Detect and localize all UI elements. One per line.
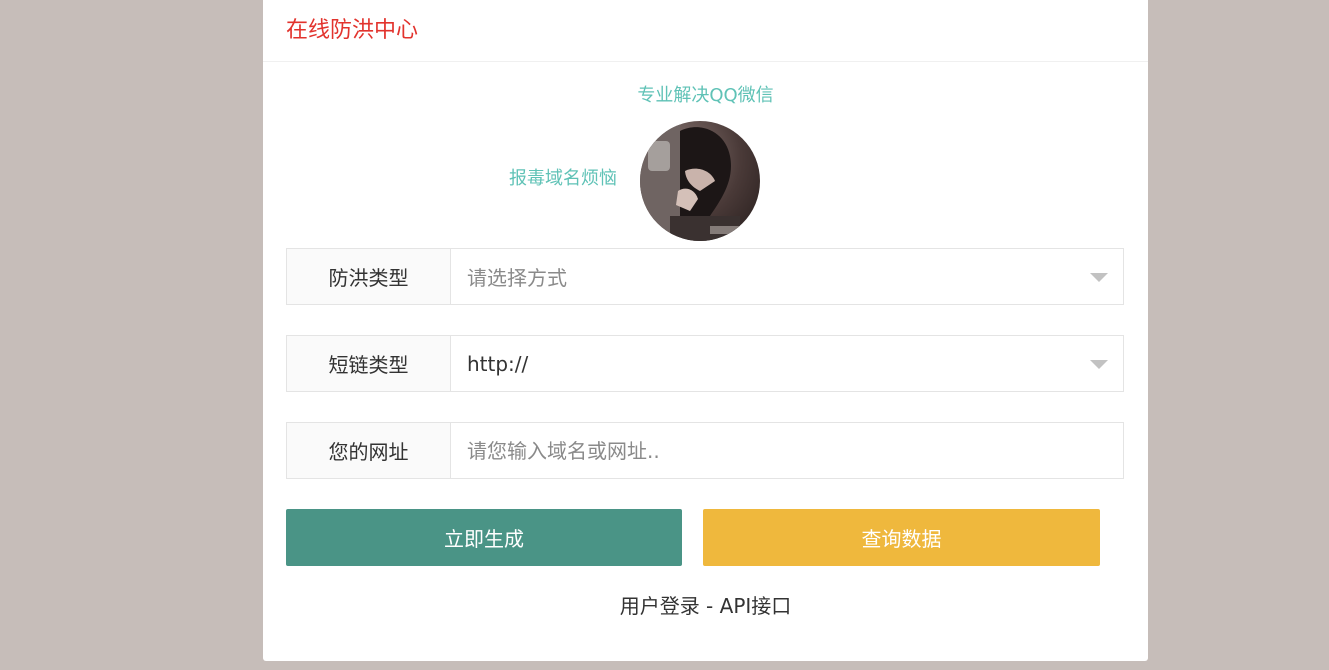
flood-type-row: 防洪类型 请选择方式 — [286, 248, 1124, 305]
flood-type-label: 防洪类型 — [287, 249, 451, 304]
flood-type-select[interactable]: 请选择方式 — [451, 249, 1123, 304]
chevron-down-icon — [1090, 360, 1108, 369]
generate-button[interactable]: 立即生成 — [286, 509, 682, 566]
query-data-button[interactable]: 查询数据 — [703, 509, 1100, 566]
url-label: 您的网址 — [287, 423, 451, 478]
short-link-type-row: 短链类型 http:// — [286, 335, 1124, 392]
short-link-type-select[interactable]: http:// — [451, 336, 1123, 391]
chevron-down-icon — [1090, 273, 1108, 282]
user-login-link[interactable]: 用户登录 — [620, 594, 700, 618]
url-field-wrap — [451, 423, 1123, 478]
promo-text-top: 专业解决QQ微信 — [637, 85, 774, 106]
footer-separator: - — [699, 594, 720, 618]
url-input[interactable] — [467, 438, 1123, 463]
card-header: 在线防洪中心 — [263, 0, 1148, 62]
footer-links: 用户登录 - API接口 — [263, 592, 1148, 620]
main-card: 在线防洪中心 专业解决QQ微信 报毒域名烦恼 防洪类型 请选择方式 短链类型 h… — [263, 0, 1148, 661]
short-link-type-value: http:// — [467, 351, 529, 376]
api-link[interactable]: API接口 — [720, 594, 792, 618]
url-row: 您的网址 — [286, 422, 1124, 479]
avatar-photo — [640, 121, 760, 241]
avatar — [640, 121, 760, 241]
page-title: 在线防洪中心 — [286, 18, 419, 43]
flood-type-placeholder: 请选择方式 — [467, 266, 567, 290]
promo-text-side: 报毒域名烦恼 — [509, 168, 617, 189]
short-link-type-label: 短链类型 — [287, 336, 451, 391]
